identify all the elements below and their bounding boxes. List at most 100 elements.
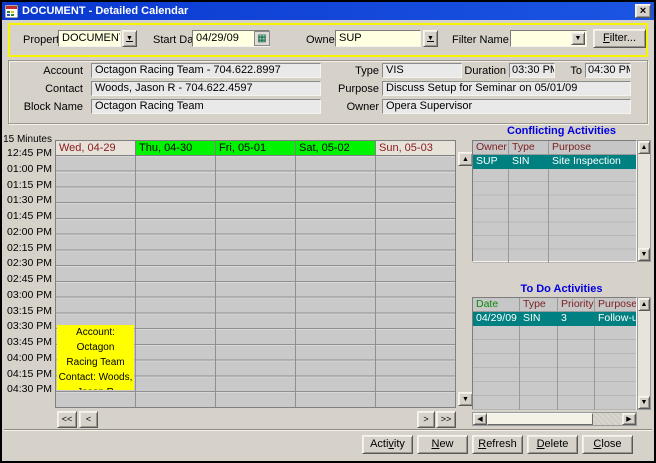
property-field[interactable]: DOCUMENT (58, 30, 121, 47)
divider (4, 429, 652, 431)
nav-first-button[interactable]: << (57, 411, 77, 428)
activity-button[interactable]: Activity (362, 435, 413, 454)
day-header-sun: Sun, 05-03 (376, 141, 456, 156)
owner-label: Owner (306, 34, 338, 47)
column-header: Priority (558, 298, 595, 311)
duration-field[interactable]: 03:30 PM (509, 63, 555, 78)
time-label: 02:00 PM (2, 225, 52, 241)
titlebar: DOCUMENT - Detailed Calendar × (2, 2, 654, 20)
day-header-thu: Thu, 04-30 (136, 141, 216, 156)
contact-label: Contact (9, 83, 87, 96)
todo-activities-vscrollbar[interactable]: ▲ ▼ (637, 297, 651, 410)
owner-lov-button[interactable]: ▼ (423, 30, 438, 47)
time-label: 02:30 PM (2, 256, 52, 272)
time-label: 01:00 PM (2, 162, 52, 178)
time-label: 04:15 PM (2, 367, 52, 383)
column-header: Type (520, 298, 558, 311)
duration-label: Duration (462, 65, 506, 78)
cell-owner: SUP (473, 155, 509, 169)
window-title: DOCUMENT - Detailed Calendar (22, 5, 188, 17)
nav-prev-button[interactable]: < (79, 411, 98, 428)
property-lov-button[interactable]: ▼ (122, 30, 137, 47)
refresh-button[interactable]: Refresh (472, 435, 523, 454)
filter-name-combo[interactable]: ▼ (510, 30, 587, 47)
conflicting-activities-header: Owner Type Purpose (473, 141, 636, 155)
column-header: Owner (473, 141, 509, 154)
scroll-down-icon[interactable]: ▼ (638, 396, 650, 409)
time-label: 02:15 PM (2, 241, 52, 257)
conflicting-activities-scrollbar[interactable]: ▲ ▼ (637, 140, 651, 262)
day-header-wed: Wed, 04-29 (56, 141, 136, 156)
scrollbar-track[interactable] (593, 413, 622, 425)
time-label: 04:00 PM (2, 351, 52, 367)
scrollbar-thumb[interactable] (487, 413, 593, 425)
detailed-calendar-window: DOCUMENT - Detailed Calendar × Property … (0, 0, 656, 463)
scroll-up-icon[interactable]: ▲ (638, 141, 650, 154)
time-label: 03:15 PM (2, 304, 52, 320)
conflicting-activities-title: Conflicting Activities (472, 125, 651, 137)
cell-priority: 3 (558, 312, 595, 326)
to-field[interactable]: 04:30 PM (585, 63, 631, 78)
column-header: Date (473, 298, 520, 311)
chevron-down-icon[interactable]: ▼ (571, 32, 585, 45)
conflicting-activities-body[interactable]: SUP SIN Site Inspection (473, 155, 636, 263)
contact-field[interactable]: Woods, Jason R - 704.622.4597 (91, 81, 321, 96)
todo-activities-hscrollbar[interactable]: ◀ ▶ (472, 412, 637, 426)
block-name-field[interactable]: Octagon Racing Team (91, 99, 321, 114)
close-button[interactable]: Close (582, 435, 633, 454)
day-header-fri: Fri, 05-01 (216, 141, 296, 156)
cell-date: 04/29/09 (473, 312, 520, 326)
activity-owner-field[interactable]: Opera Supervisor (382, 99, 631, 114)
nav-next-button[interactable]: > (417, 411, 435, 428)
details-panel: Account Octagon Racing Team - 704.622.89… (8, 60, 648, 124)
conflicting-activities-table: Owner Type Purpose SUP SIN Site Inspecti… (472, 140, 637, 262)
filter-name-label: Filter Name (452, 34, 509, 47)
activity-owner-label: Owner (299, 101, 379, 114)
todo-activities-header: Date Type Priority Purpose (473, 298, 636, 312)
lov-arrow-icon: ▼ (427, 35, 434, 42)
scroll-left-icon[interactable]: ◀ (473, 413, 487, 425)
block-name-label: Block Name (9, 101, 87, 114)
to-label: To (557, 65, 582, 78)
calendar-picker-icon[interactable]: ▦ (254, 31, 270, 46)
filter-button[interactable]: Filter... (593, 29, 646, 48)
time-label: 01:30 PM (2, 193, 52, 209)
time-label: 03:00 PM (2, 288, 52, 304)
new-button[interactable]: New (417, 435, 468, 454)
scroll-right-icon[interactable]: ▶ (622, 413, 636, 425)
purpose-field[interactable]: Discuss Setup for Seminar on 05/01/09 (382, 81, 631, 96)
time-label: 04:30 PM (2, 382, 52, 398)
scroll-up-icon[interactable]: ▲ (638, 298, 650, 311)
scroll-down-icon[interactable]: ▼ (638, 248, 650, 261)
time-label: 01:15 PM (2, 178, 52, 194)
column-header: Purpose (595, 298, 636, 311)
owner-field[interactable]: SUP (335, 30, 421, 47)
type-field[interactable]: VIS (382, 63, 462, 78)
todo-activities-body[interactable]: 04/29/09 SIN 3 Follow-up (473, 312, 636, 410)
time-label: 03:30 PM (2, 319, 52, 335)
table-row[interactable]: SUP SIN Site Inspection (473, 155, 636, 169)
time-label: 01:45 PM (2, 209, 52, 225)
calendar-day-headers: Wed, 04-29 Thu, 04-30 Fri, 05-01 Sat, 05… (55, 140, 456, 156)
account-field[interactable]: Octagon Racing Team - 704.622.8997 (91, 63, 321, 78)
todo-activities-table: Date Type Priority Purpose 04/29/09 SIN … (472, 297, 637, 410)
calendar-scroll-down-icon[interactable]: ▼ (458, 392, 473, 406)
delete-button[interactable]: Delete (527, 435, 578, 454)
time-gutter: 12:45 PM 01:00 PM 01:15 PM 01:30 PM 01:4… (2, 146, 52, 398)
table-row[interactable]: 04/29/09 SIN 3 Follow-up (473, 312, 636, 326)
cell-purpose: Follow-up (595, 312, 636, 326)
lov-arrow-icon: ▼ (126, 35, 133, 42)
calendar-scroll-up-icon[interactable]: ▲ (458, 152, 473, 166)
filter-bar: Property DOCUMENT ▼ Start Date 04/29/09 … (8, 23, 648, 57)
day-header-sat: Sat, 05-02 (296, 141, 376, 156)
interval-label: 15 Minutes (2, 134, 52, 145)
purpose-label: Purpose (299, 83, 379, 96)
type-label: Type (299, 65, 379, 78)
event-note[interactable]: Account: Octagon Racing Team Contact: Wo… (57, 325, 134, 390)
todo-activities-title: To Do Activities (472, 283, 651, 295)
time-label: 02:45 PM (2, 272, 52, 288)
time-label: 03:45 PM (2, 335, 52, 351)
close-icon[interactable]: × (635, 4, 651, 18)
nav-last-button[interactable]: >> (436, 411, 456, 428)
cell-type: SIN (520, 312, 558, 326)
